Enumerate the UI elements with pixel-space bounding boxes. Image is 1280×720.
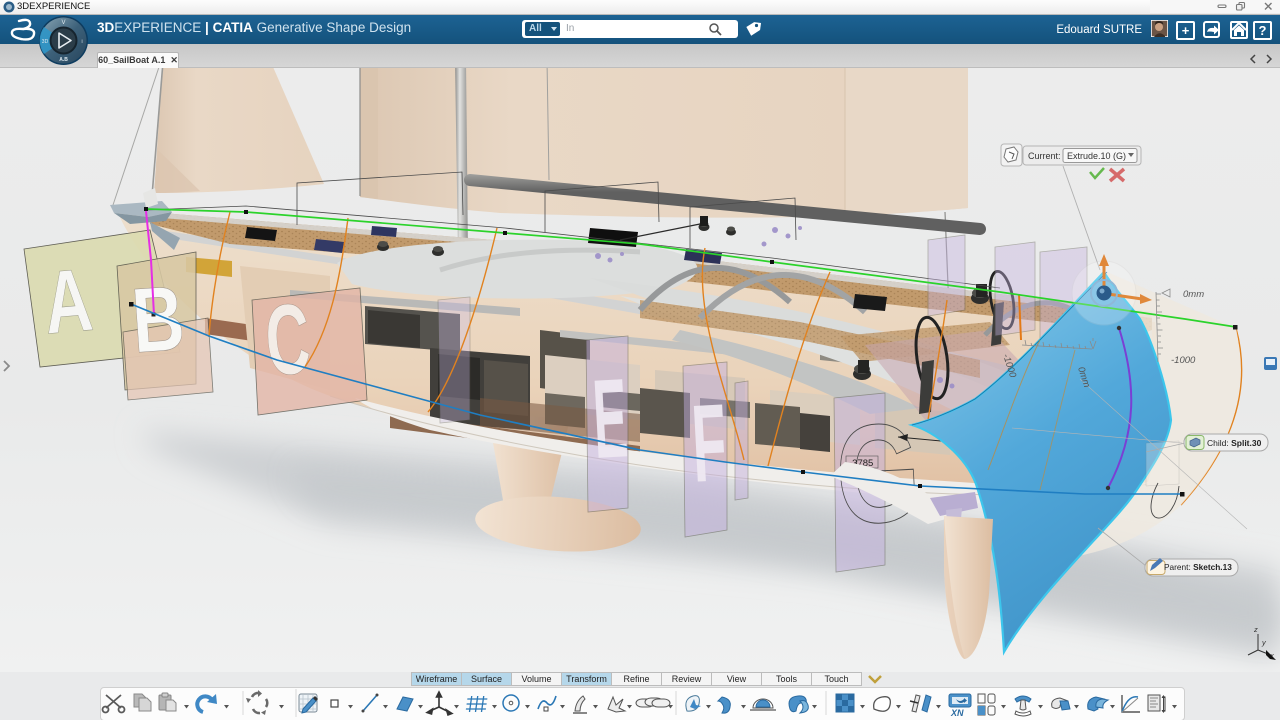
svg-text:V: V (61, 20, 65, 26)
svg-text:C: C (262, 283, 314, 398)
svg-text:-1000: -1000 (1171, 355, 1196, 366)
svg-text:z: z (1253, 625, 1258, 634)
svg-text:i: i (81, 39, 82, 45)
svg-text:0mm: 0mm (1183, 289, 1204, 300)
svg-text:E: E (590, 355, 630, 482)
svg-text:XN: XN (950, 708, 964, 718)
svg-text:F: F (689, 381, 729, 506)
svg-text:3D: 3D (42, 39, 49, 45)
svg-text:Child: Split.30: Child: Split.30 (1207, 438, 1262, 448)
svg-text:Extrude.10 (G): Extrude.10 (G) (1067, 151, 1126, 161)
svg-text:B: B (129, 267, 188, 372)
svg-text:A: A (40, 249, 97, 353)
svg-text:Current:: Current: (1028, 151, 1061, 161)
svg-text:A.B: A.B (59, 57, 68, 63)
svg-text:Parent: Sketch.13: Parent: Sketch.13 (1164, 562, 1232, 572)
